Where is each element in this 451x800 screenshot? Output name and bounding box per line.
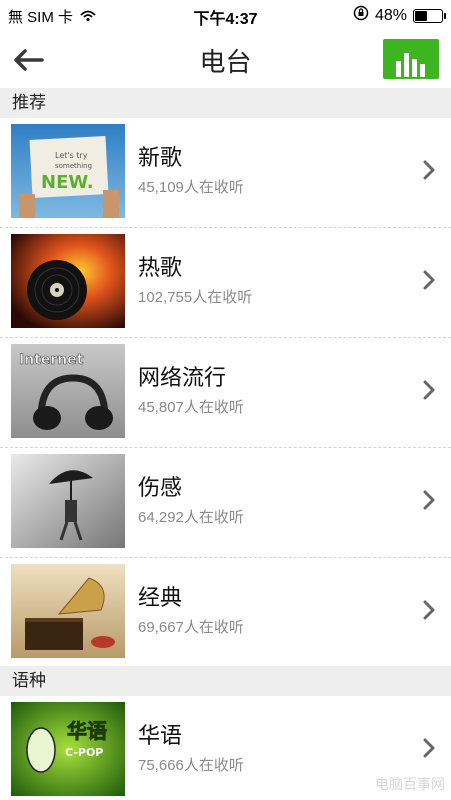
section-header-language: 语种 <box>0 666 451 696</box>
svg-text:Let's try: Let's try <box>55 151 88 160</box>
status-right: 48% <box>353 5 446 26</box>
station-title: 新歌 <box>138 145 183 170</box>
watermark: 电脑百事网 <box>375 776 445 792</box>
thumbnail-hot-songs <box>11 234 125 328</box>
chevron-right-icon <box>423 490 435 510</box>
listener-count: 45,807人在收听 <box>138 399 244 416</box>
radio-screen: 無 SIM 卡 下午4:37 48% 电台 推荐 Let's try somet… <box>0 0 451 800</box>
svg-text:华语: 华语 <box>67 719 107 743</box>
listener-count: 45,109人在收听 <box>138 179 244 196</box>
thumbnail-classic <box>11 564 125 658</box>
thumbnail-internet-pop: Internet <box>11 344 125 438</box>
list-item[interactable]: 经典 69,667人在收听 <box>0 558 451 668</box>
chevron-right-icon <box>423 160 435 180</box>
listener-count: 69,667人在收听 <box>138 619 244 636</box>
battery-percent: 48% <box>374 6 407 24</box>
listener-count: 64,292人在收听 <box>138 509 244 526</box>
equalizer-icon <box>396 53 425 77</box>
section-header-recommend: 推荐 <box>0 88 451 118</box>
svg-text:something: something <box>55 162 92 170</box>
station-title: 热歌 <box>138 255 183 280</box>
listener-count: 102,755人在收听 <box>138 289 253 306</box>
thumbnail-sad <box>11 454 125 548</box>
list-item[interactable]: 伤感 64,292人在收听 <box>0 448 451 558</box>
thumbnail-new-songs: Let's try something NEW. <box>11 124 125 218</box>
chevron-right-icon <box>423 600 435 620</box>
battery-fill <box>415 10 427 21</box>
station-title: 伤感 <box>138 475 183 500</box>
equalizer-button[interactable] <box>383 39 439 79</box>
list-item[interactable]: 热歌 102,755人在收听 <box>0 228 451 338</box>
nav-bar: 电台 <box>0 30 451 89</box>
chevron-right-icon <box>423 270 435 290</box>
chevron-right-icon <box>423 738 435 758</box>
station-title: 华语 <box>138 723 183 748</box>
station-title: 经典 <box>138 585 183 610</box>
list-item[interactable]: Let's try something NEW. 新歌 45,109人在收听 <box>0 118 451 228</box>
svg-text:C-POP: C-POP <box>65 746 103 759</box>
rotation-lock-icon <box>353 5 369 26</box>
thumbnail-cpop: 华语 C-POP <box>11 702 125 796</box>
list-item[interactable]: Internet 网络流行 45,807人在收听 <box>0 338 451 448</box>
svg-text:Internet: Internet <box>19 352 84 368</box>
svg-text:NEW.: NEW. <box>41 172 94 193</box>
status-bar: 無 SIM 卡 下午4:37 48% <box>0 0 451 30</box>
battery-icon <box>413 8 446 23</box>
station-title: 网络流行 <box>138 365 227 390</box>
chevron-right-icon <box>423 380 435 400</box>
listener-count: 75,666人在收听 <box>138 757 244 774</box>
